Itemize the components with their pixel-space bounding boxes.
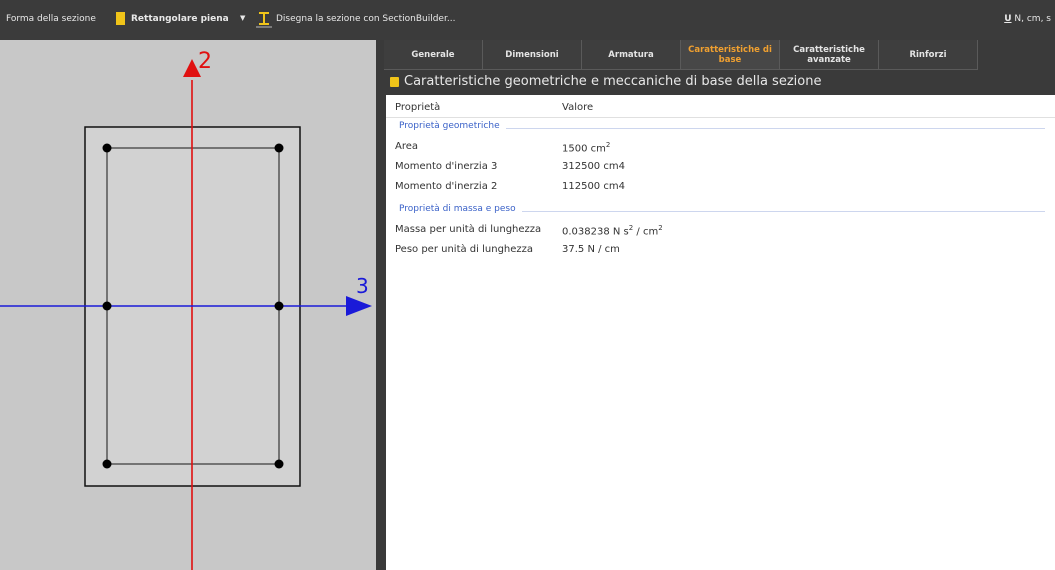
section-shape-dropdown[interactable]: Rettangolare piena	[131, 14, 229, 24]
section-builder-icon[interactable]	[256, 10, 272, 28]
header-divider	[386, 117, 1055, 118]
section-shape-label: Forma della sezione	[6, 14, 96, 24]
section-title: Caratteristiche geometriche e meccaniche…	[404, 74, 822, 89]
property-row-inertia-2[interactable]: Momento d'inerzia 2 112500 cm4	[386, 179, 1055, 197]
axis-3-arrow	[346, 296, 372, 316]
property-row-inertia-3[interactable]: Momento d'inerzia 3 312500 cm4	[386, 159, 1055, 177]
section-icon	[390, 77, 399, 87]
property-value: 37.5 N / cm	[562, 244, 620, 255]
units-text: N, cm, s	[1014, 14, 1051, 24]
grid-header: Proprietà Valore	[386, 100, 1055, 118]
axis-2-label: 2	[198, 49, 212, 74]
top-toolbar: Forma della sezione Rettangolare piena ▼…	[0, 0, 1055, 41]
property-name: Momento d'inerzia 3	[395, 161, 498, 172]
property-row-mass[interactable]: Massa per unità di lunghezza 0.038238 N …	[386, 222, 1055, 240]
column-header-property: Proprietà	[395, 102, 441, 113]
panel-splitter[interactable]	[376, 40, 384, 570]
tab-armatura[interactable]: Armatura	[582, 40, 681, 70]
properties-panel: Generale Dimensioni Armatura Caratterist…	[384, 40, 1055, 570]
property-grid: Proprietà Valore Proprietà geometriche A…	[386, 95, 1055, 570]
property-row-area[interactable]: Area 1500 cm2	[386, 139, 1055, 157]
rebar-point	[274, 301, 284, 311]
units-icon: U	[1004, 14, 1012, 24]
property-name: Momento d'inerzia 2	[395, 181, 498, 192]
tab-dimensioni[interactable]: Dimensioni	[483, 40, 582, 70]
rebar-point	[274, 459, 284, 469]
group-label: Proprietà di massa e peso	[399, 204, 522, 214]
group-label: Proprietà geometriche	[399, 121, 506, 131]
property-row-weight[interactable]: Peso per unità di lunghezza 37.5 N / cm	[386, 242, 1055, 260]
tab-caratteristiche-base[interactable]: Caratteristiche di base	[681, 40, 780, 70]
section-canvas[interactable]: 2 3	[0, 40, 376, 570]
property-value: 112500 cm4	[562, 181, 625, 192]
property-value: 1500 cm2	[562, 141, 611, 155]
property-value: 0.038238 N s2 / cm2	[562, 224, 663, 238]
property-name: Peso per unità di lunghezza	[395, 244, 534, 255]
column-header-value: Valore	[562, 102, 594, 113]
property-name: Massa per unità di lunghezza	[395, 224, 542, 235]
chevron-down-icon[interactable]: ▼	[240, 14, 245, 22]
tab-generale[interactable]: Generale	[384, 40, 483, 70]
section-drawing: 2 3	[0, 49, 372, 570]
tab-caratteristiche-avanzate[interactable]: Caratteristiche avanzate	[780, 40, 879, 70]
axis-3-label: 3	[356, 274, 369, 298]
units-selector[interactable]: U N, cm, s	[1004, 14, 1051, 24]
rebar-point	[102, 301, 112, 311]
group-mass[interactable]: Proprietà di massa e peso	[386, 202, 1055, 220]
rebar-point	[102, 459, 112, 469]
property-name: Area	[395, 141, 419, 152]
section-builder-link[interactable]: Disegna la sezione con SectionBuilder...	[276, 14, 455, 24]
section-header: Caratteristiche geometriche e meccaniche…	[384, 73, 1055, 93]
tab-bar: Generale Dimensioni Armatura Caratterist…	[384, 40, 1055, 70]
property-value: 312500 cm4	[562, 161, 625, 172]
group-geometric[interactable]: Proprietà geometriche	[386, 119, 1055, 137]
rectangle-shape-icon	[116, 12, 125, 25]
rebar-point	[274, 143, 284, 153]
tab-rinforzi[interactable]: Rinforzi	[879, 40, 978, 70]
rebar-point	[102, 143, 112, 153]
